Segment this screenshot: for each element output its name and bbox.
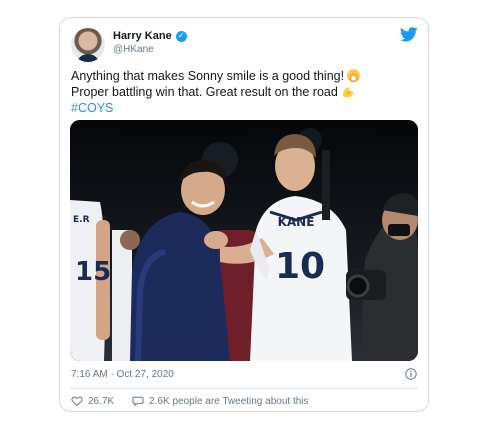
twitter-bird-icon[interactable] bbox=[400, 27, 418, 42]
tweet-timestamp[interactable]: 7:16 AM · Oct 27, 2020 bbox=[71, 369, 174, 380]
speech-bubble-icon bbox=[132, 396, 144, 407]
tweet-text: Anything that makes Sonny smile is a goo… bbox=[71, 68, 421, 116]
like-count: 26.7K bbox=[88, 395, 115, 407]
like-button[interactable]: 26.7K bbox=[71, 395, 114, 407]
tweet-card[interactable]: Harry Kane ✓ @HKane Anything that makes … bbox=[59, 17, 429, 412]
author-handle[interactable]: @HKane bbox=[113, 44, 154, 55]
tweet-actions: 26.7K 2.6K people are Tweeting about thi… bbox=[71, 395, 309, 407]
left-jersey-number: 15 bbox=[75, 257, 111, 287]
author-row: Harry Kane ✓ bbox=[113, 30, 187, 42]
verified-badge-icon: ✓ bbox=[175, 30, 187, 42]
hashtag-link[interactable]: #COYS bbox=[71, 100, 421, 116]
avatar[interactable] bbox=[71, 28, 105, 62]
info-icon[interactable] bbox=[405, 368, 417, 380]
divider bbox=[70, 388, 418, 389]
tweet-photo[interactable]: 15 E.R KANE 10 bbox=[70, 120, 418, 361]
kane-jersey-number: 10 bbox=[275, 246, 325, 287]
kane-jersey-name: KANE bbox=[278, 215, 315, 229]
tweet-line-1: Anything that makes Sonny smile is a goo… bbox=[71, 68, 421, 84]
heart-icon bbox=[71, 396, 83, 407]
conversation-link[interactable]: 2.6K people are Tweeting about this bbox=[132, 395, 309, 407]
conversation-text: 2.6K people are Tweeting about this bbox=[149, 395, 309, 407]
flexed-biceps-emoji-icon bbox=[342, 87, 353, 98]
author-name[interactable]: Harry Kane bbox=[113, 30, 172, 42]
left-jersey-letters: E.R bbox=[73, 215, 90, 225]
tweet-line-2: Proper battling win that. Great result o… bbox=[71, 84, 421, 100]
grinning-face-emoji-icon bbox=[347, 69, 361, 82]
